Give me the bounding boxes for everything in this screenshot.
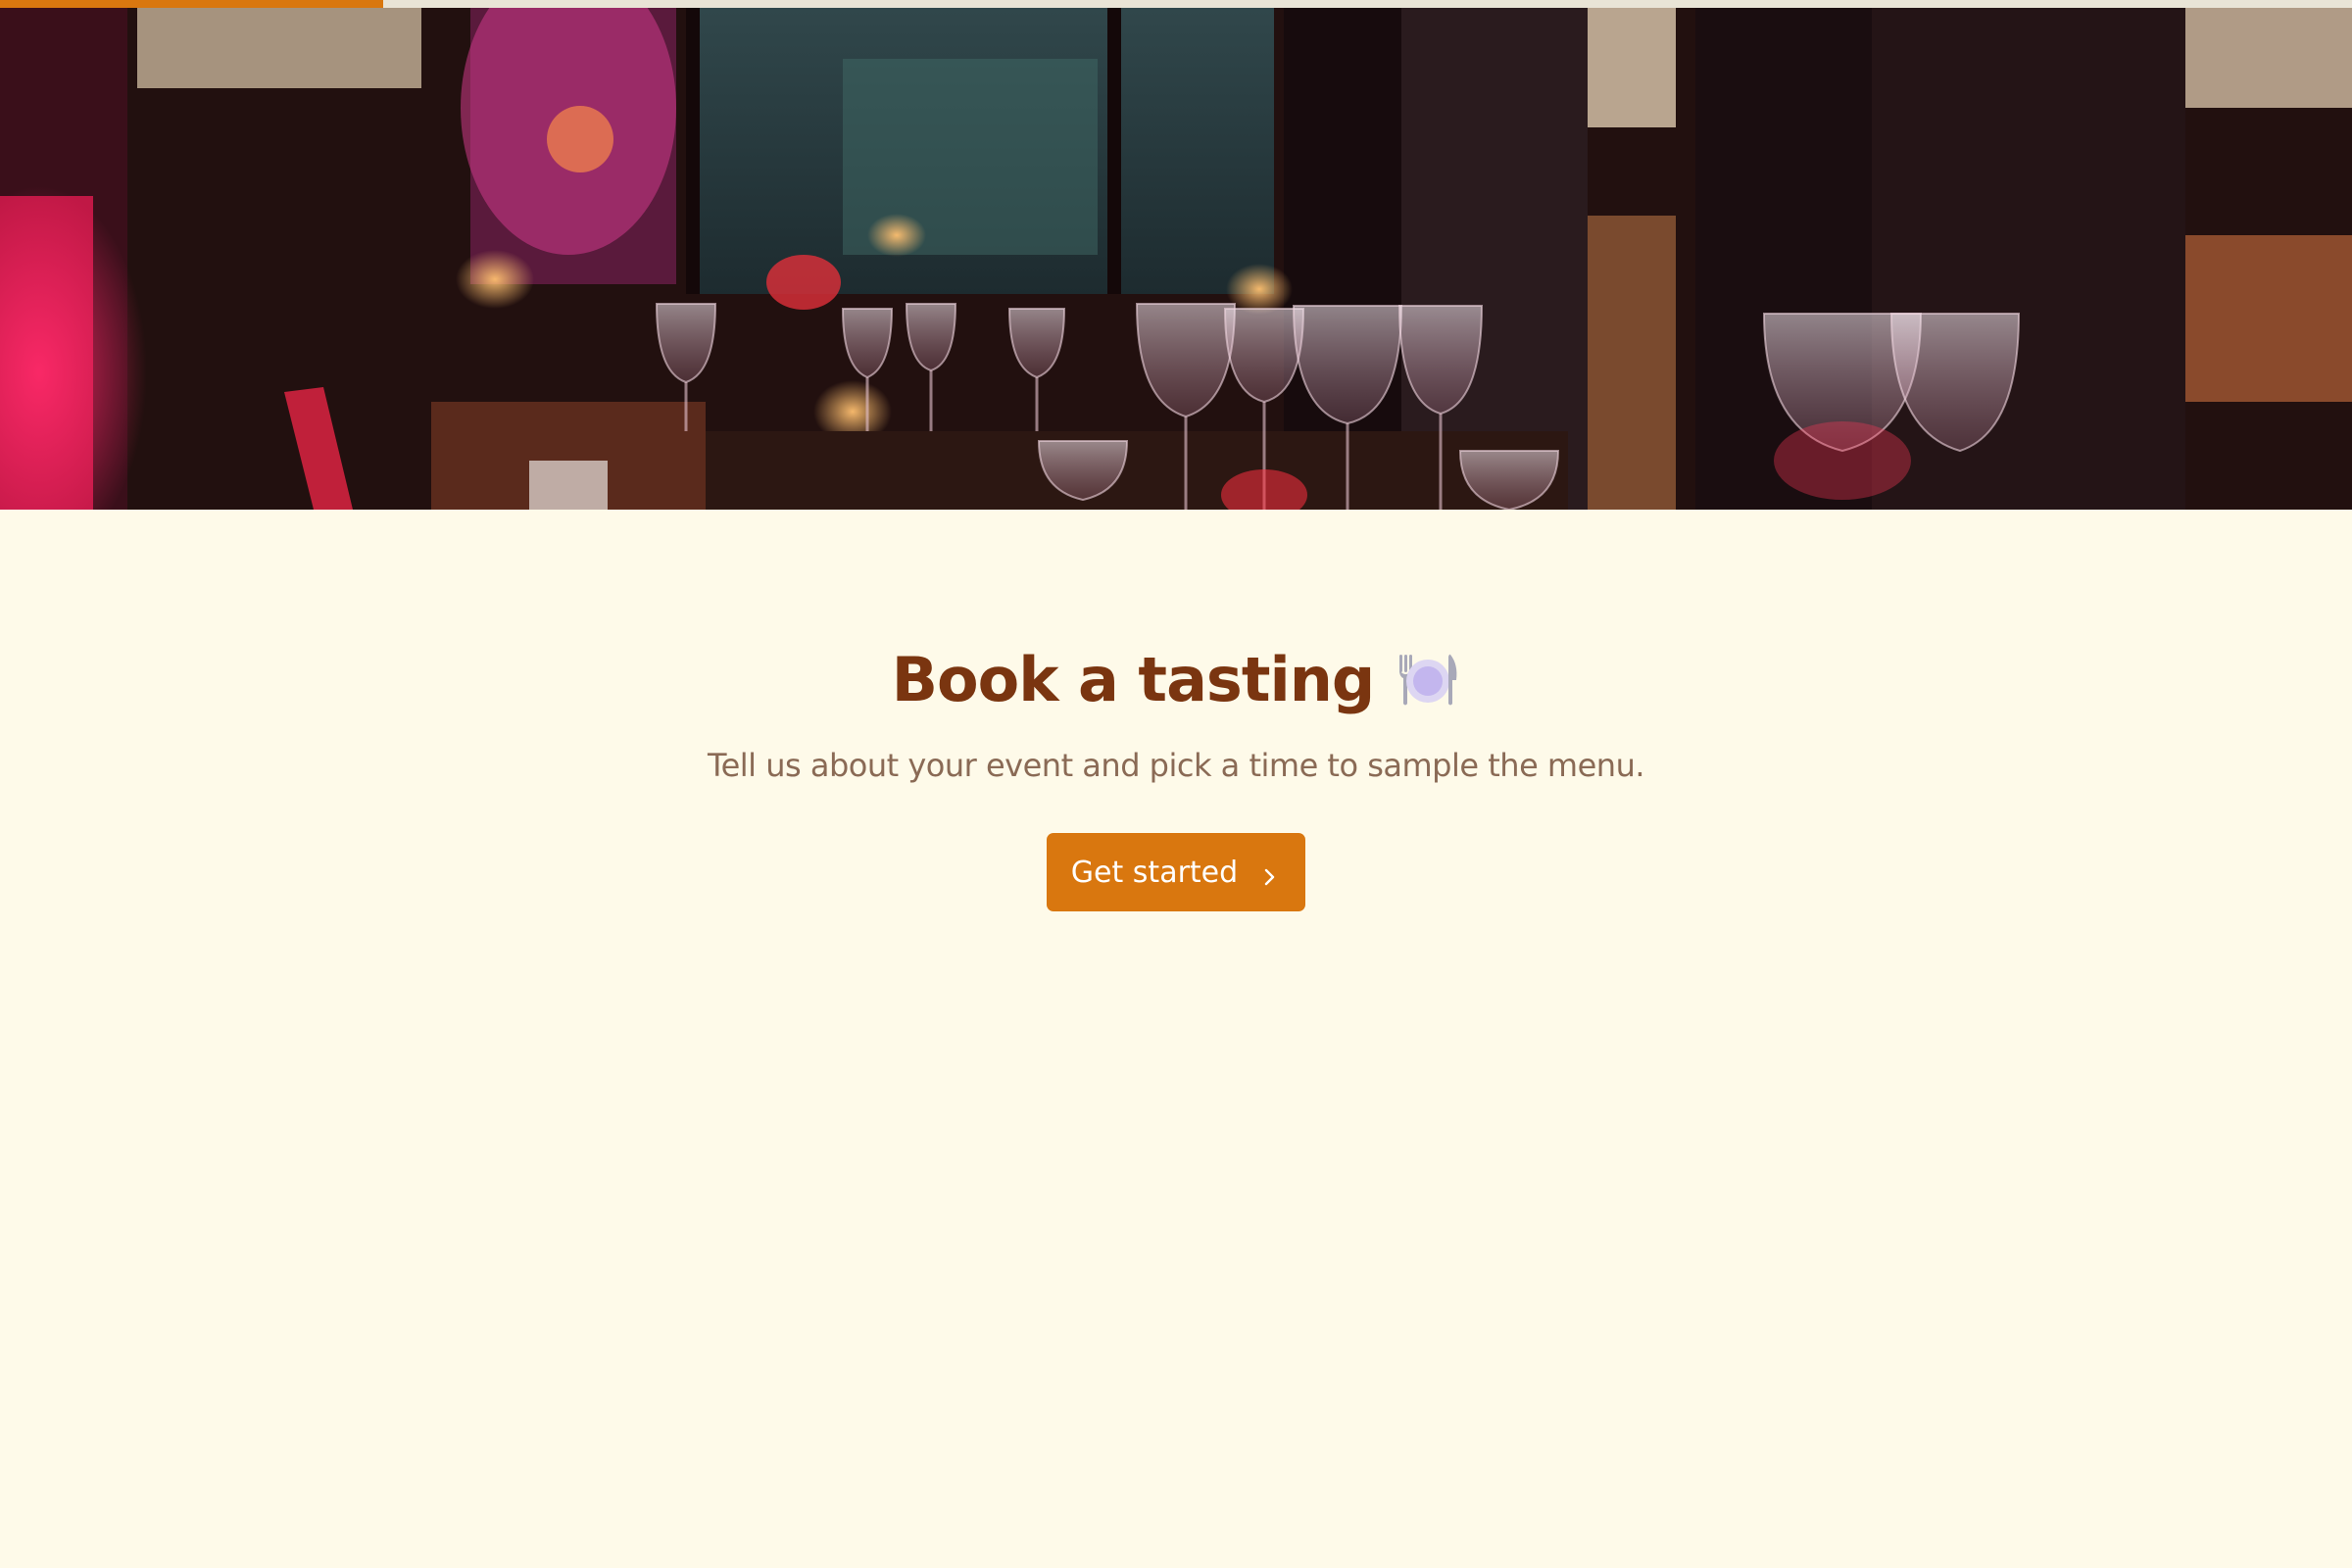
page-title: Book a tasting	[891, 643, 1375, 715]
hero-image	[0, 0, 2352, 510]
progress-bar-fill	[0, 0, 384, 8]
get-started-label: Get started	[1070, 855, 1239, 890]
progress-bar	[0, 0, 2352, 8]
chevron-right-icon	[1259, 861, 1281, 886]
title-row: Book a tasting	[0, 635, 2352, 723]
main-content: Book a tasting Tell us about your event …	[0, 510, 2352, 911]
page-subtitle: Tell us about your event and pick a time…	[707, 747, 1645, 784]
page: Book a tasting Tell us about your event …	[0, 0, 2352, 1568]
plate-fork-knife-icon	[1396, 647, 1460, 711]
get-started-button[interactable]: Get started	[1047, 833, 1305, 911]
